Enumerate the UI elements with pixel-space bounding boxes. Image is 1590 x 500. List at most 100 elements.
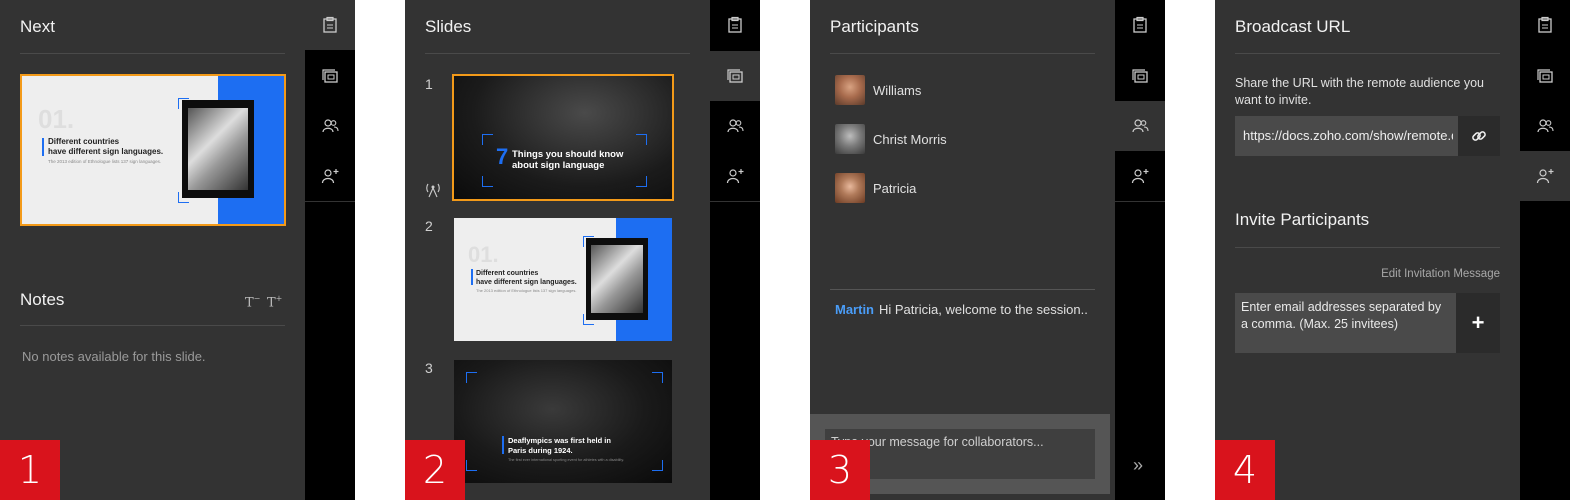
divider xyxy=(20,325,285,326)
rail-slides-button[interactable] xyxy=(305,51,355,101)
rail-notes-button[interactable] xyxy=(1520,0,1570,50)
next-slide-preview[interactable]: 01. Different countries have different s… xyxy=(20,74,286,226)
participant-item[interactable]: Williams xyxy=(835,74,921,106)
add-user-icon xyxy=(1536,169,1554,184)
collapse-chevron-icon[interactable]: » xyxy=(1133,455,1143,476)
broadcast-panel-content: Broadcast URL Share the URL with the rem… xyxy=(1215,0,1520,500)
panel-title: Participants xyxy=(830,17,919,36)
slide-number: 3 xyxy=(425,360,433,376)
next-panel: Next 01. Different countries have differ… xyxy=(0,0,355,500)
broadcast-url-field[interactable]: https://docs.zoho.com/show/remote.d xyxy=(1235,116,1500,156)
slide-subtitle: The 2013 edition of Ethnologue lists 137… xyxy=(476,288,577,293)
rail-participants-button[interactable] xyxy=(710,101,760,151)
participants-icon xyxy=(727,119,744,133)
divider xyxy=(830,53,1095,54)
slide-thumbnail[interactable]: 01. Different countries have different s… xyxy=(454,218,672,341)
add-user-icon xyxy=(1131,169,1149,184)
rail-invite-button[interactable] xyxy=(1520,151,1570,201)
participants-panel: Participants Williams Christ Morris Patr… xyxy=(810,0,1165,500)
avatar xyxy=(835,173,865,203)
email-input-placeholder: Enter email addresses separated by a com… xyxy=(1241,300,1442,331)
rail-participants-button[interactable] xyxy=(1115,101,1165,151)
slide-title-line1: Different countries xyxy=(48,137,120,146)
rail-invite-button[interactable] xyxy=(710,151,760,201)
slides-panel: Slides 1 7 Things you should know about … xyxy=(405,0,760,500)
panel-title: Slides xyxy=(425,17,472,36)
participants-icon xyxy=(1537,119,1554,133)
slide-title: Things you should know about sign langua… xyxy=(512,149,623,171)
clipboard-icon xyxy=(1133,16,1147,33)
add-invitee-button[interactable]: + xyxy=(1456,293,1500,353)
slide-number: 2 xyxy=(425,218,433,234)
broadcast-panel: Broadcast URL Share the URL with the rem… xyxy=(1215,0,1570,500)
slide-title: Different countries have different sign … xyxy=(476,269,577,287)
avatar xyxy=(835,124,865,154)
panel-number-badge: 3 xyxy=(810,440,870,500)
invite-title: Invite Participants xyxy=(1235,210,1370,229)
rail-notes-button[interactable] xyxy=(305,0,355,50)
rail-notes-button[interactable] xyxy=(710,0,760,50)
slide-hand-image xyxy=(586,238,648,320)
add-user-icon xyxy=(726,169,744,184)
rail-slides-button[interactable] xyxy=(1115,51,1165,101)
slide-title-line1: Different countries xyxy=(476,270,539,277)
panel-title: Next xyxy=(20,17,55,36)
rail-invite-button[interactable] xyxy=(1115,151,1165,201)
divider xyxy=(1235,53,1500,54)
participants-icon xyxy=(1132,119,1149,133)
broadcast-url-text: https://docs.zoho.com/show/remote.d xyxy=(1243,128,1453,143)
side-rail xyxy=(305,0,355,500)
slide-title-line1: Deaflympics was first held in xyxy=(508,436,611,445)
participant-item[interactable]: Patricia xyxy=(835,172,916,204)
chat-message: Martin Hi Patricia, welcome to the sessio… xyxy=(835,302,1088,317)
slides-icon xyxy=(1537,69,1553,83)
slide-title-line2: about sign language xyxy=(512,160,605,171)
slide-title: Deaflympics was first held in Paris duri… xyxy=(508,436,611,456)
slide-number: 1 xyxy=(425,76,433,92)
clipboard-icon xyxy=(728,16,742,33)
decrease-font-button[interactable]: T− xyxy=(245,294,260,310)
avatar xyxy=(835,75,865,105)
divider xyxy=(1235,247,1500,248)
rail-participants-button[interactable] xyxy=(1520,101,1570,151)
slides-icon xyxy=(1132,69,1148,83)
rail-invite-button[interactable] xyxy=(305,151,355,201)
clipboard-icon xyxy=(1538,16,1552,33)
broadcast-description: Share the URL with the remote audience y… xyxy=(1235,76,1484,107)
rail-notes-button[interactable] xyxy=(1115,0,1165,50)
slide-thumbnail[interactable]: Deaflympics was first held in Paris duri… xyxy=(454,360,672,483)
panel-number-badge: 1 xyxy=(0,440,60,500)
participants-icon xyxy=(322,119,339,133)
slide-thumbnail[interactable]: 7 Things you should know about sign lang… xyxy=(452,74,674,201)
slides-icon xyxy=(727,69,743,83)
clipboard-icon xyxy=(323,16,337,33)
next-panel-content: Next 01. Different countries have differ… xyxy=(0,0,305,500)
slide-hand-image xyxy=(182,100,254,198)
side-rail: » xyxy=(1115,0,1165,500)
rail-participants-button[interactable] xyxy=(305,101,355,151)
plus-icon: + xyxy=(1471,310,1485,335)
add-user-icon xyxy=(321,169,339,184)
divider xyxy=(425,53,690,54)
chat-text: Hi Patricia, welcome to the session.. xyxy=(879,302,1088,317)
divider xyxy=(20,53,285,54)
participant-name: Patricia xyxy=(873,180,917,196)
rail-slides-button[interactable] xyxy=(1520,51,1570,101)
divider xyxy=(830,289,1095,290)
email-input-field[interactable]: Enter email addresses separated by a com… xyxy=(1235,293,1500,353)
chat-sender: Martin xyxy=(835,302,874,317)
rail-slides-button[interactable] xyxy=(710,51,760,101)
edit-invitation-link[interactable]: Edit Invitation Message xyxy=(1381,268,1500,280)
participant-item[interactable]: Christ Morris xyxy=(835,123,947,155)
decrease-font-label: T xyxy=(245,295,254,311)
accent-bar xyxy=(502,436,504,454)
increase-font-button[interactable]: T+ xyxy=(267,294,282,310)
participant-name: Christ Morris xyxy=(873,131,947,147)
slide-title-line2: have different sign languages. xyxy=(48,147,164,156)
slide-big-number: 7 xyxy=(496,144,509,169)
slides-panel-content: Slides 1 7 Things you should know about … xyxy=(405,0,710,500)
slides-icon xyxy=(322,69,338,83)
slide-title-line2: Paris during 1924. xyxy=(508,446,573,455)
notes-title: Notes xyxy=(20,290,65,309)
copy-link-button[interactable] xyxy=(1458,116,1500,156)
